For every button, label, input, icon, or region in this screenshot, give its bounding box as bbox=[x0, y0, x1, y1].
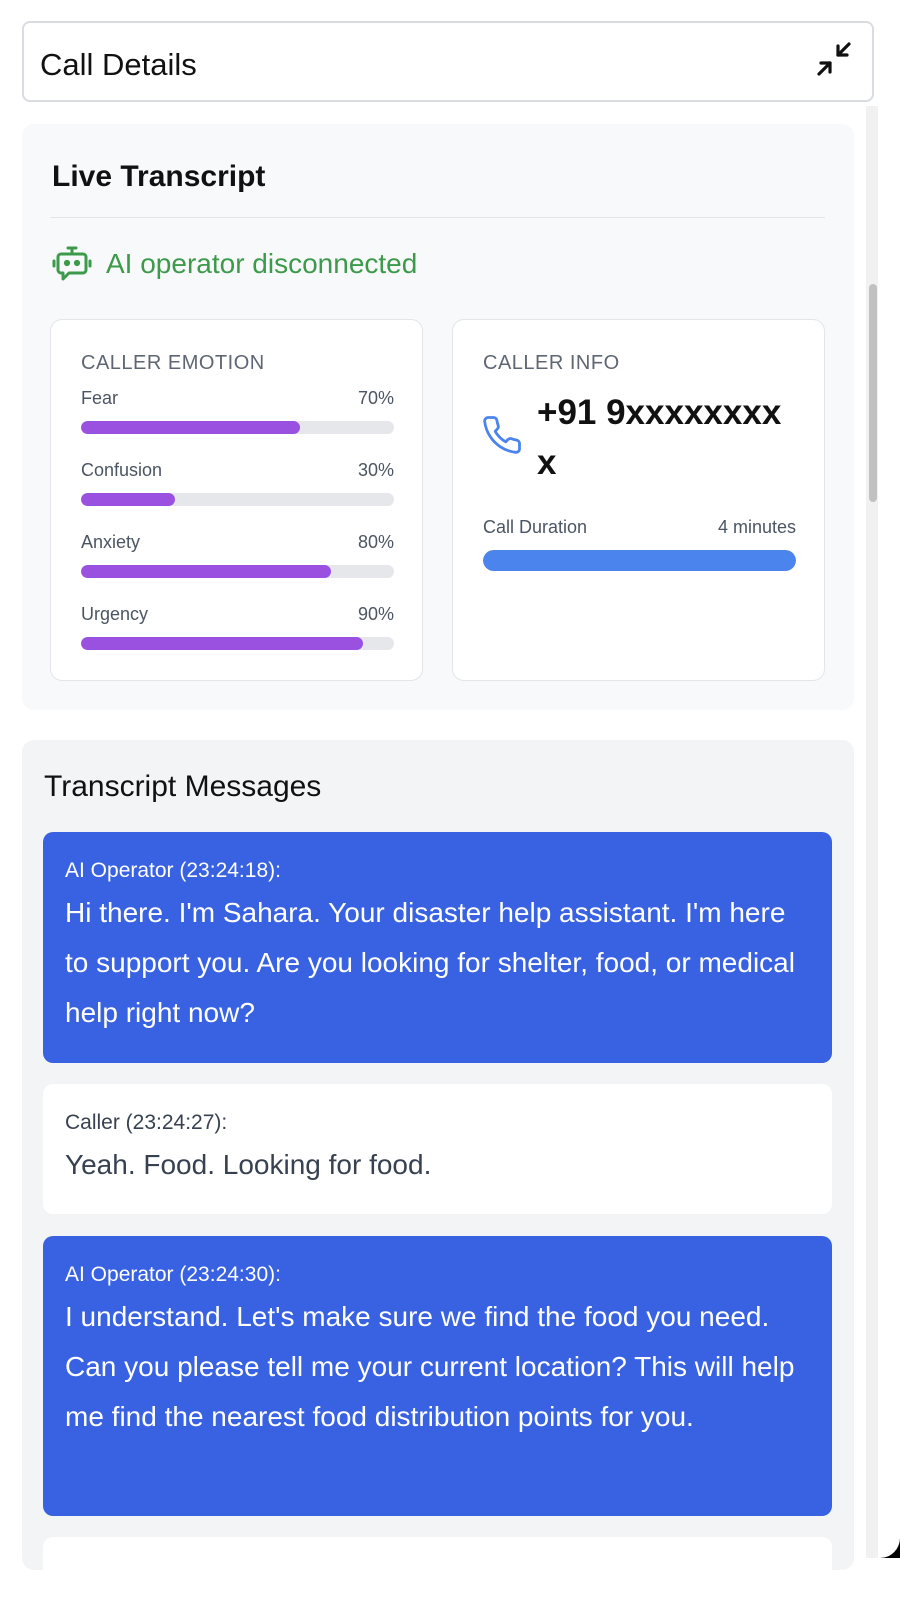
call-details-header: Call Details bbox=[22, 21, 874, 102]
emotion-bar-fill bbox=[81, 493, 175, 506]
emotion-bar-fill bbox=[81, 421, 301, 434]
message-caller: Caller (23:24:27): Yeah. Food. Looking f… bbox=[43, 1084, 832, 1214]
message-ai-operator: AI Operator (23:24:30): I understand. Le… bbox=[43, 1236, 832, 1516]
phone-icon bbox=[481, 414, 523, 456]
emotion-bar bbox=[81, 421, 394, 434]
message-caller-partial bbox=[43, 1537, 832, 1597]
emotion-value: 30% bbox=[357, 460, 394, 480]
caller-phone-number: +91 9xxxxxxxxx bbox=[537, 393, 782, 482]
bot-icon bbox=[52, 244, 92, 284]
emotion-label: Anxiety bbox=[81, 532, 141, 552]
emotion-value: 90% bbox=[357, 604, 394, 624]
call-duration-value: 4 minutes bbox=[717, 517, 796, 537]
page-title: Call Details bbox=[40, 47, 197, 82]
emotion-bar bbox=[81, 493, 394, 506]
operator-status-text: AI operator disconnected bbox=[106, 248, 418, 279]
caller-emotion-title: CALLER EMOTION bbox=[81, 352, 265, 374]
window-corner bbox=[880, 1518, 900, 1558]
emotion-bar-fill bbox=[81, 565, 332, 578]
emotion-label: Fear bbox=[81, 388, 119, 408]
transcript-messages-panel[interactable]: Transcript Messages AI Operator (23:24:1… bbox=[22, 740, 854, 1597]
collapse-arrows-icon[interactable] bbox=[814, 39, 854, 79]
live-transcript-panel: Live Transcript AI operator disconnected… bbox=[22, 124, 854, 710]
caller-emotion-card: CALLER EMOTION Fear 70% Confusion 30% An… bbox=[50, 319, 423, 681]
message-text: Hi there. I'm Sahara. Your disaster help… bbox=[65, 897, 795, 1028]
message-header: AI Operator (23:24:18): bbox=[65, 859, 281, 882]
message-header: AI Operator (23:24:30): bbox=[65, 1263, 281, 1286]
live-transcript-title: Live Transcript bbox=[52, 160, 266, 193]
call-duration-bar bbox=[483, 550, 796, 571]
message-text: I understand. Let's make sure we find th… bbox=[65, 1301, 795, 1432]
emotion-label: Confusion bbox=[81, 460, 163, 480]
operator-status: AI operator disconnected bbox=[52, 244, 417, 284]
divider bbox=[50, 217, 825, 218]
emotion-bar bbox=[81, 637, 394, 650]
emotion-value: 80% bbox=[357, 532, 394, 552]
call-duration-label: Call Duration bbox=[483, 517, 588, 537]
emotion-bar-fill bbox=[81, 637, 363, 650]
emotion-bar bbox=[81, 565, 394, 578]
scrollbar-thumb[interactable] bbox=[869, 284, 877, 502]
message-header: Caller (23:24:27): bbox=[65, 1111, 228, 1134]
transcript-messages-title: Transcript Messages bbox=[44, 770, 322, 803]
message-ai-operator: AI Operator (23:24:18): Hi there. I'm Sa… bbox=[43, 832, 832, 1063]
caller-info-card: CALLER INFO +91 9xxxxxxxxx Call Duration… bbox=[452, 319, 825, 681]
caller-info-title: CALLER INFO bbox=[483, 352, 620, 374]
message-text: Yeah. Food. Looking for food. bbox=[65, 1149, 432, 1180]
emotion-label: Urgency bbox=[81, 604, 149, 624]
call-duration-bar-fill bbox=[483, 550, 796, 571]
emotion-value: 70% bbox=[357, 388, 394, 408]
